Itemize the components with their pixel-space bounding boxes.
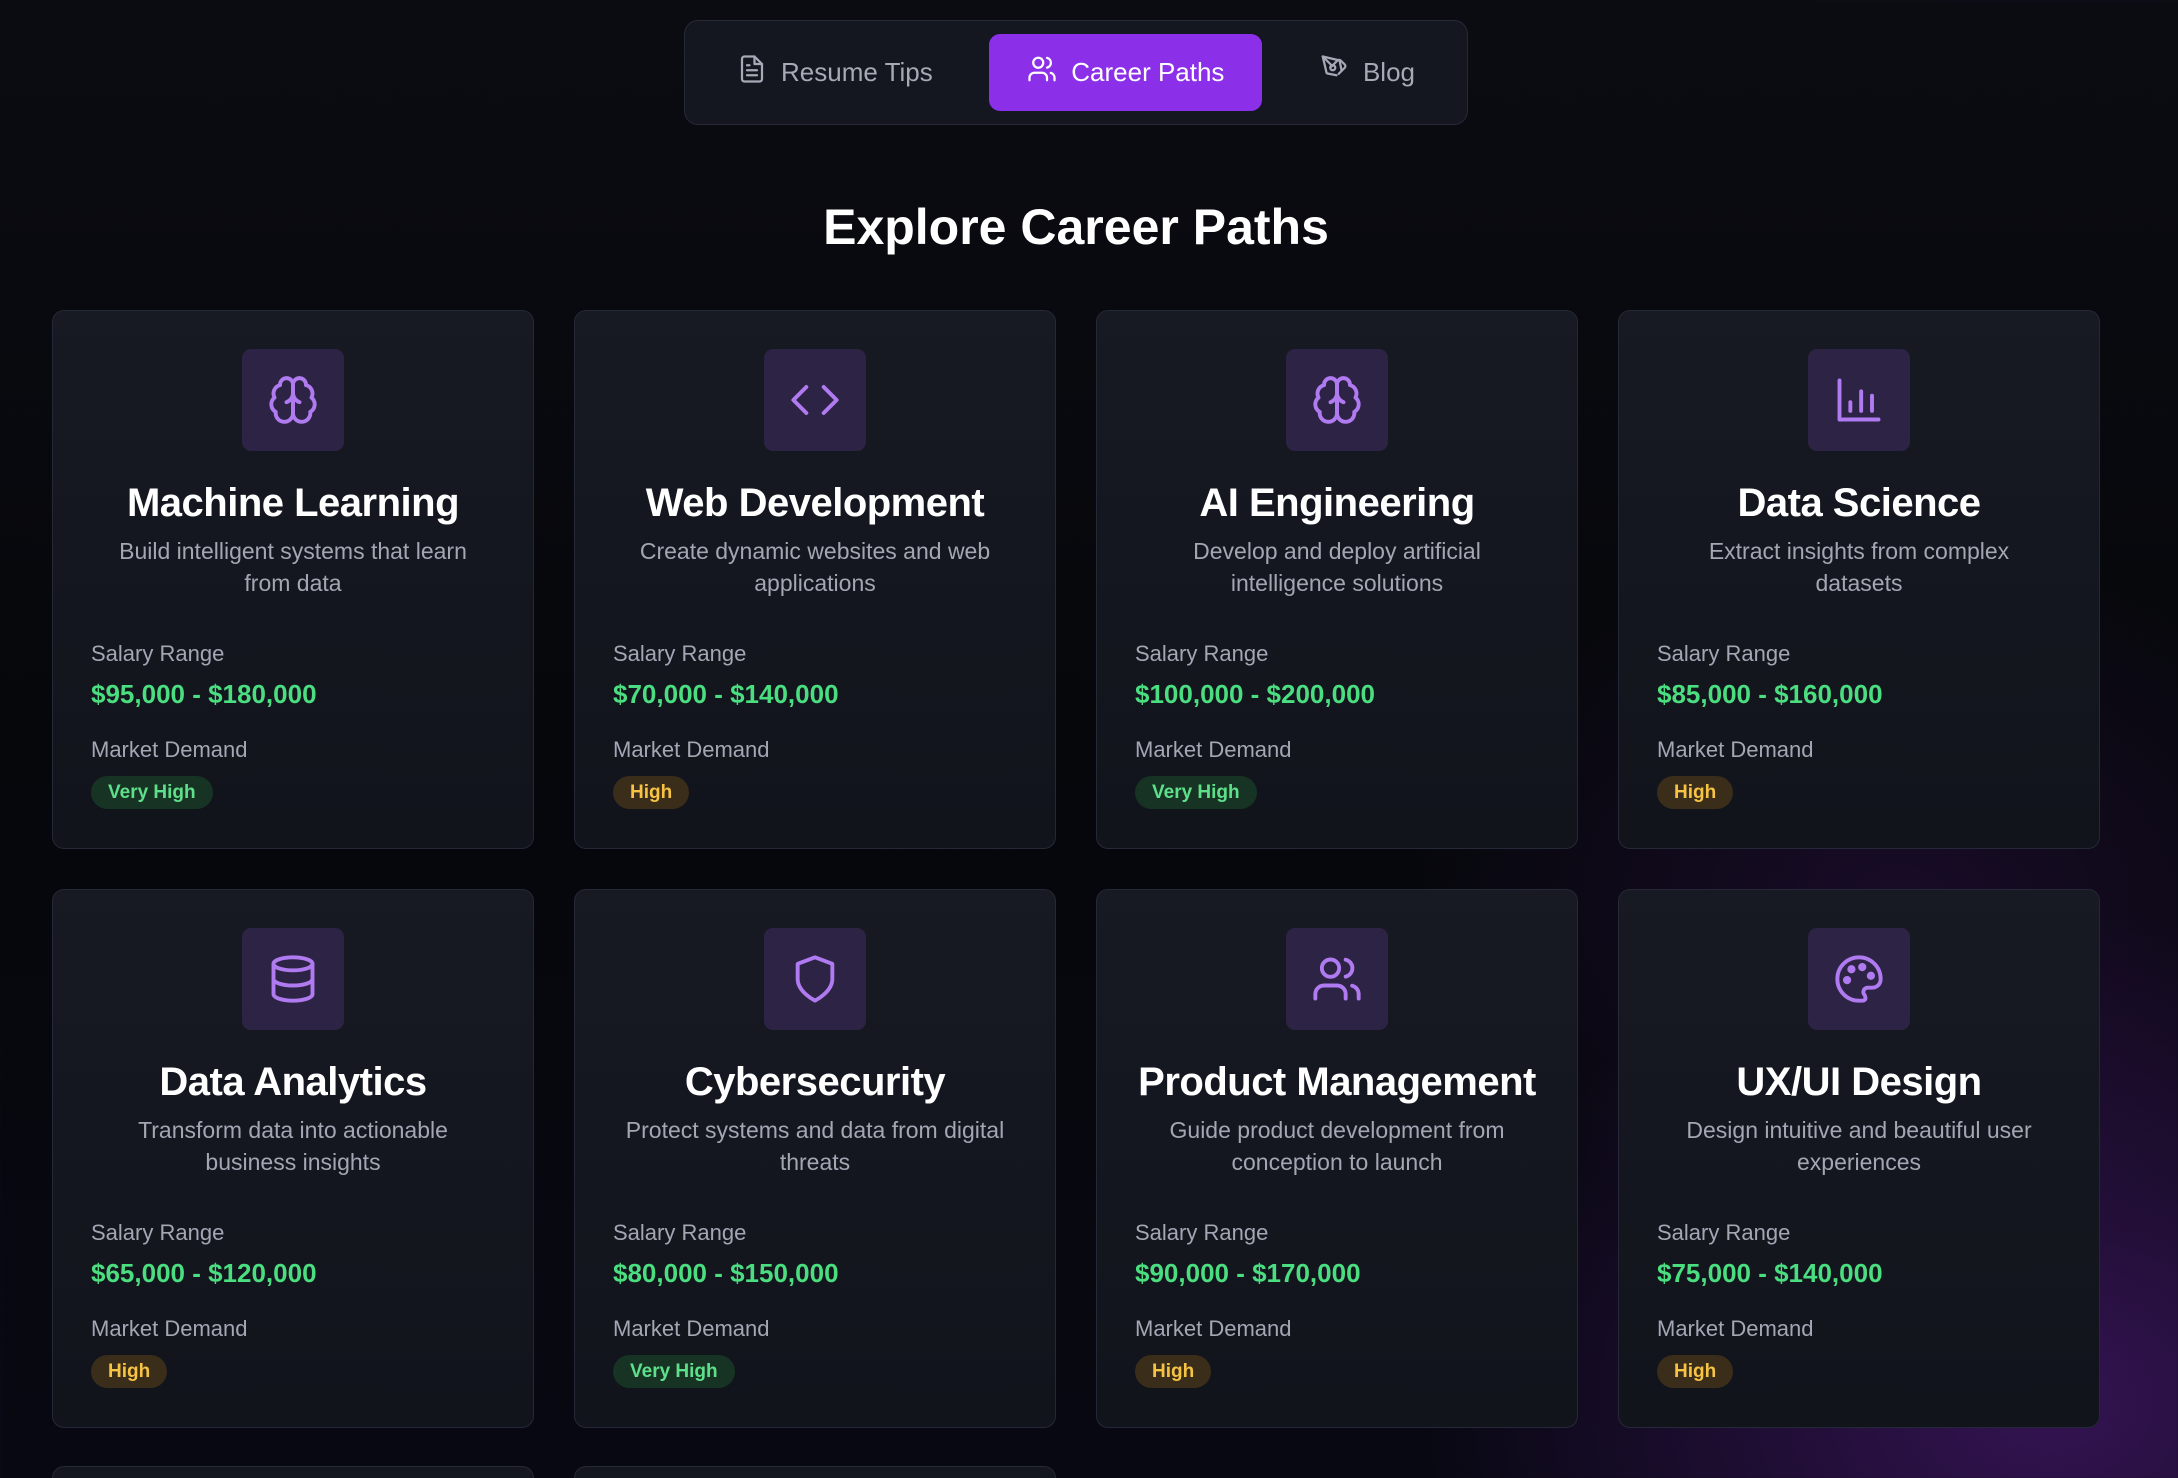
career-title: Data Science — [1737, 481, 1981, 525]
demand-badge: Very High — [613, 1355, 735, 1388]
tab-label: Career Paths — [1071, 57, 1225, 87]
career-card-ux-ui-design[interactable]: UX/UI Design Design intuitive and beauti… — [1618, 889, 2100, 1428]
brain-icon — [1286, 349, 1388, 451]
document-icon — [737, 54, 767, 91]
salary-label: Salary Range — [91, 641, 225, 666]
salary-label: Salary Range — [1657, 641, 1791, 666]
career-card-web-development[interactable]: Web Development Create dynamic websites … — [574, 310, 1056, 849]
tab-label: Blog — [1362, 57, 1415, 87]
shield-icon — [764, 928, 866, 1030]
career-description: Create dynamic websites and web applicat… — [639, 538, 991, 596]
salary-value: $80,000 - $150,000 — [613, 1258, 839, 1288]
code-icon — [764, 349, 866, 451]
demand-badge: High — [613, 776, 690, 809]
tab-career-paths[interactable]: Career Paths — [989, 34, 1263, 111]
database-icon — [242, 928, 344, 1030]
career-description: Transform data into actionable business … — [138, 1117, 448, 1175]
users-icon — [1286, 928, 1388, 1030]
palette-icon — [1808, 928, 1910, 1030]
demand-label: Market Demand — [1135, 1316, 1292, 1341]
tab-label: Resume Tips — [781, 57, 933, 87]
career-description: Design intuitive and beautiful user expe… — [1686, 1117, 2032, 1175]
salary-label: Salary Range — [1135, 641, 1269, 666]
career-card-machine-learning[interactable]: Machine Learning Build intelligent syste… — [52, 310, 534, 849]
demand-label: Market Demand — [1657, 737, 1814, 762]
career-description: Build intelligent systems that learn fro… — [119, 538, 467, 596]
demand-badge: Very High — [91, 776, 213, 809]
career-card-data-analytics[interactable]: Data Analytics Transform data into actio… — [52, 889, 534, 1428]
tab-blog[interactable]: Blog — [1281, 34, 1453, 111]
career-title: AI Engineering — [1199, 481, 1475, 525]
salary-label: Salary Range — [1657, 1220, 1791, 1245]
salary-label: Salary Range — [613, 1220, 747, 1245]
users-icon — [1027, 54, 1057, 91]
career-card-product-management[interactable]: Product Management Guide product develop… — [1096, 889, 1578, 1428]
brain-icon — [242, 349, 344, 451]
demand-label: Market Demand — [1135, 737, 1292, 762]
demand-label: Market Demand — [613, 1316, 770, 1341]
demand-badge: High — [1657, 776, 1734, 809]
career-title: UX/UI Design — [1736, 1060, 1982, 1104]
demand-badge: Very High — [1135, 776, 1257, 809]
demand-badge: High — [1135, 1355, 1212, 1388]
salary-value: $95,000 - $180,000 — [91, 679, 317, 709]
salary-value: $65,000 - $120,000 — [91, 1258, 317, 1288]
career-card-partial[interactable] — [574, 1466, 1056, 1478]
career-description: Guide product development from conceptio… — [1169, 1117, 1505, 1175]
demand-label: Market Demand — [613, 737, 770, 762]
salary-value: $100,000 - $200,000 — [1135, 679, 1375, 709]
tab-resume-tips[interactable]: Resume Tips — [699, 34, 971, 111]
page-title: Explore Career Paths — [823, 199, 1329, 255]
career-card-data-science[interactable]: Data Science Extract insights from compl… — [1618, 310, 2100, 849]
demand-badge: High — [1657, 1355, 1734, 1388]
salary-label: Salary Range — [613, 641, 747, 666]
career-description: Extract insights from complex datasets — [1708, 538, 2010, 596]
career-description: Protect systems and data from digital th… — [625, 1117, 1005, 1175]
top-nav: Resume Tips Career Paths Blog — [684, 20, 1468, 125]
demand-label: Market Demand — [91, 737, 248, 762]
career-card-cybersecurity[interactable]: Cybersecurity Protect systems and data f… — [574, 889, 1056, 1428]
career-grid: Machine Learning Build intelligent syste… — [52, 310, 2100, 1428]
career-description: Develop and deploy artificial intelligen… — [1193, 538, 1481, 596]
demand-badge: High — [91, 1355, 168, 1388]
career-title: Cybersecurity — [684, 1060, 946, 1104]
bar-chart-icon — [1808, 349, 1910, 451]
salary-label: Salary Range — [1135, 1220, 1269, 1245]
salary-label: Salary Range — [91, 1220, 225, 1245]
salary-value: $85,000 - $160,000 — [1657, 679, 1883, 709]
career-title: Machine Learning — [126, 481, 460, 525]
career-card-partial[interactable] — [52, 1466, 534, 1478]
demand-label: Market Demand — [91, 1316, 248, 1341]
career-title: Data Analytics — [159, 1060, 427, 1104]
career-title: Web Development — [645, 481, 985, 525]
demand-label: Market Demand — [1657, 1316, 1814, 1341]
salary-value: $75,000 - $140,000 — [1657, 1258, 1883, 1288]
pen-icon — [1319, 54, 1349, 91]
salary-value: $70,000 - $140,000 — [613, 679, 839, 709]
career-title: Product Management — [1138, 1060, 1536, 1104]
career-card-ai-engineering[interactable]: AI Engineering Develop and deploy artifi… — [1096, 310, 1578, 849]
salary-value: $90,000 - $170,000 — [1135, 1258, 1361, 1288]
